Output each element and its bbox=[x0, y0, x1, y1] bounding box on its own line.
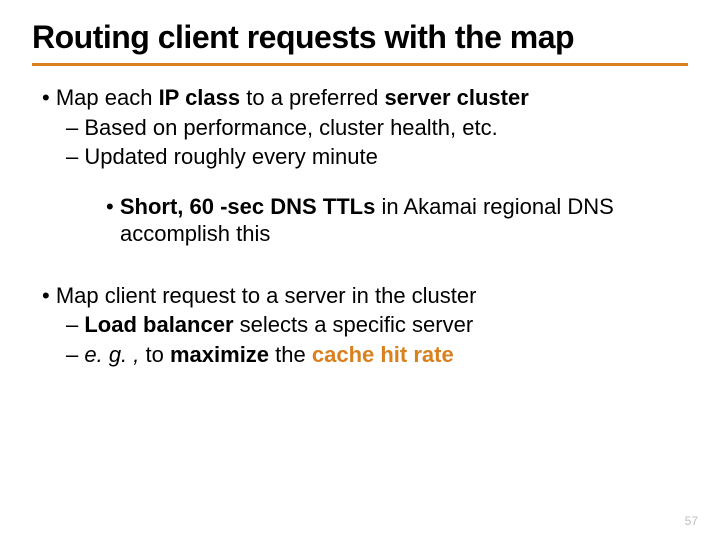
text-highlight: cache hit rate bbox=[312, 342, 454, 367]
bullet-2: Map client request to a server in the cl… bbox=[32, 282, 688, 310]
text: Map each bbox=[56, 85, 159, 110]
text: to bbox=[139, 342, 170, 367]
text-italic: e. g. , bbox=[84, 342, 139, 367]
slide-title: Routing client requests with the map bbox=[32, 20, 688, 66]
text-bold: maximize bbox=[170, 342, 269, 367]
slide: Routing client requests with the map Map… bbox=[0, 0, 720, 540]
text-bold: server cluster bbox=[384, 85, 528, 110]
bullet-2-sub-2: e. g. , to maximize the cache hit rate bbox=[32, 341, 688, 369]
text-bold: Short, 60 -sec DNS TTLs bbox=[120, 194, 376, 219]
text-bold: Load balancer bbox=[84, 312, 233, 337]
slide-body: Map each IP class to a preferred server … bbox=[32, 84, 688, 368]
text: the bbox=[269, 342, 312, 367]
bullet-1: Map each IP class to a preferred server … bbox=[32, 84, 688, 112]
text: to a preferred bbox=[240, 85, 384, 110]
spacer bbox=[32, 250, 688, 282]
page-number: 57 bbox=[685, 514, 698, 528]
text: selects a specific server bbox=[234, 312, 474, 337]
bullet-2-sub-1: Load balancer selects a specific server bbox=[32, 311, 688, 339]
bullet-1-subsub: Short, 60 -sec DNS TTLs in Akamai region… bbox=[32, 193, 688, 248]
text-bold: IP class bbox=[159, 85, 241, 110]
bullet-1-sub-2: Updated roughly every minute bbox=[32, 143, 688, 171]
bullet-1-sub-1: Based on performance, cluster health, et… bbox=[32, 114, 688, 142]
